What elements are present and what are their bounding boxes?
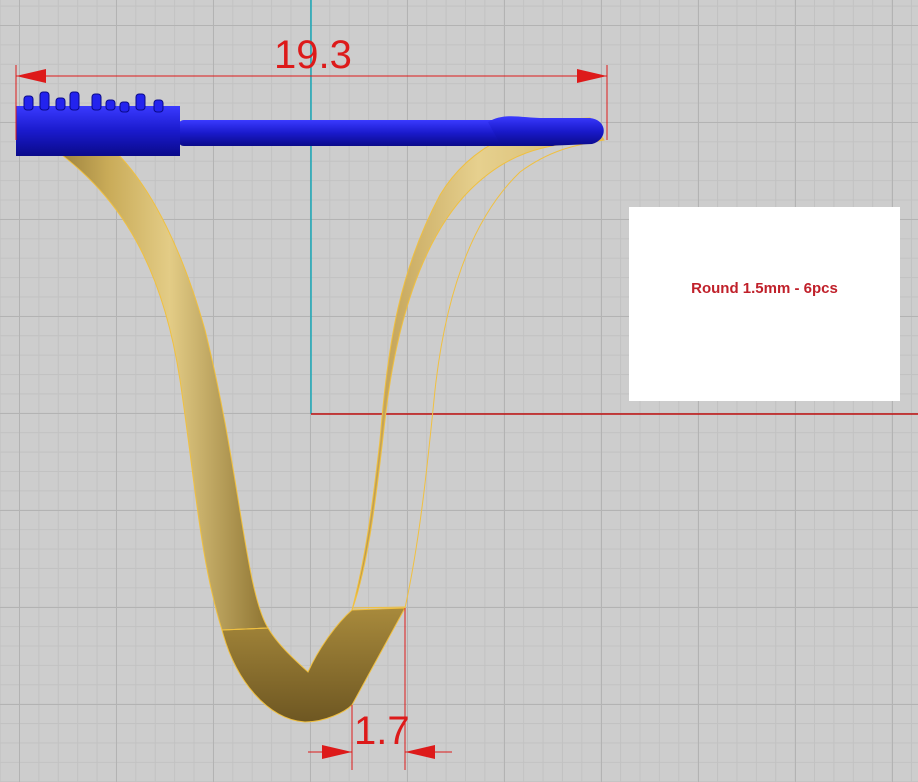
width-dimension-label: 19.3 xyxy=(274,33,352,77)
stone-spec-label: Round 1.5mm - 6pcs xyxy=(691,279,838,297)
setting-head xyxy=(16,106,180,156)
setting-bar-tip xyxy=(488,116,604,146)
ring-shank-left xyxy=(20,119,269,631)
info-panel: Round 1.5mm - 6pcs xyxy=(629,207,900,401)
ring-shank-right xyxy=(351,117,605,611)
3d-viewport[interactable]: 19.3 1.7 Round 1.5mm - 6pcs xyxy=(0,0,918,782)
thickness-dimension-label: 1.7 xyxy=(354,709,410,753)
setting-prongs xyxy=(23,91,164,113)
